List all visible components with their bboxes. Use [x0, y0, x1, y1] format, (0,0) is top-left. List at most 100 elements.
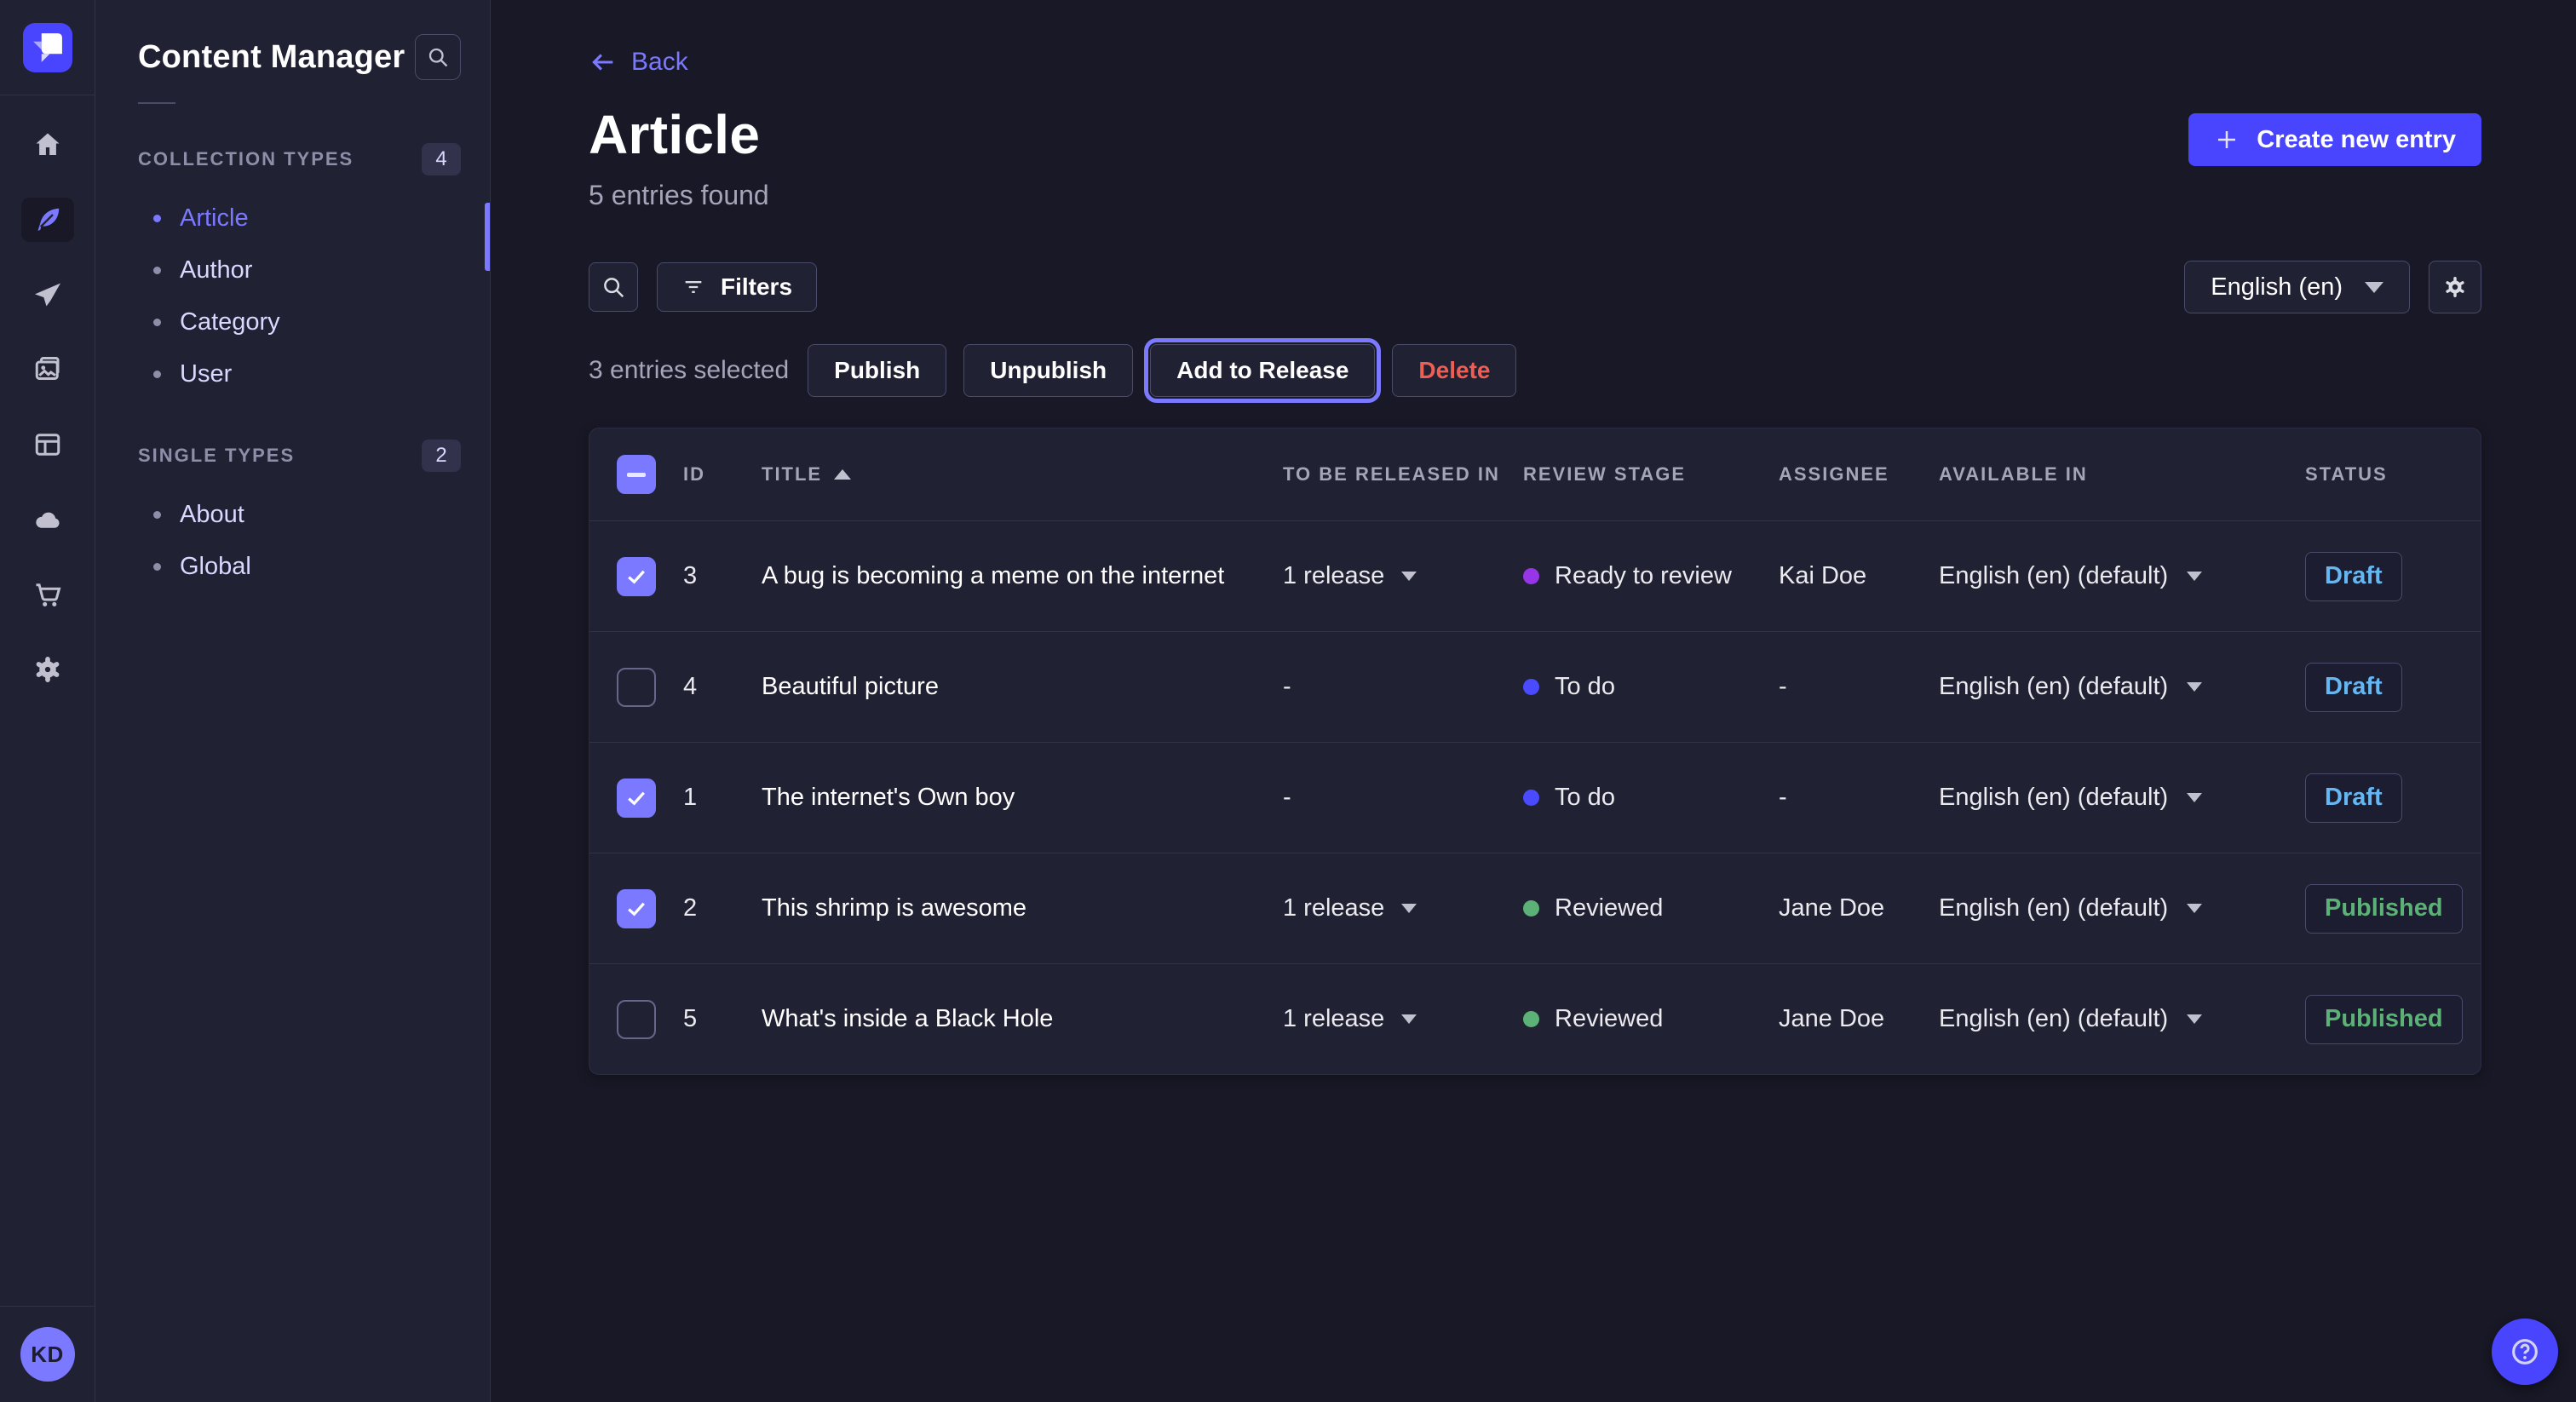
table-row[interactable]: 3 A bug is becoming a meme on the intern…: [589, 520, 2481, 631]
row-checkbox[interactable]: [617, 668, 656, 707]
chevron-down-icon: [2187, 682, 2202, 692]
list-toolbar: Filters English (en): [589, 261, 2481, 313]
create-new-entry-label: Create new entry: [2257, 126, 2456, 154]
main-content: Back Article Create new entry 5 entries …: [491, 0, 2576, 1402]
help-button[interactable]: [2492, 1319, 2558, 1385]
sidebar-item-user[interactable]: User: [138, 348, 461, 400]
review-stage-value: Reviewed: [1555, 1005, 1663, 1033]
sidebar-item-category[interactable]: Category: [138, 296, 461, 348]
sidebar-item-article[interactable]: Article: [138, 192, 461, 244]
released-in-value: 1 release: [1283, 894, 1384, 922]
nav-deploy-button[interactable]: [21, 497, 74, 542]
cell-id: 4: [683, 673, 762, 701]
nav-marketplace-button[interactable]: [21, 572, 74, 617]
user-avatar[interactable]: KD: [20, 1327, 75, 1382]
paper-plane-icon: [32, 279, 63, 310]
table-row[interactable]: 4 Beautiful picture - To do - English (e…: [589, 631, 2481, 742]
locale-value: English (en): [2211, 273, 2343, 302]
check-icon: [624, 896, 649, 922]
rail-icon-nav: [0, 95, 95, 692]
content-search-button[interactable]: [415, 34, 461, 80]
create-new-entry-button[interactable]: Create new entry: [2188, 113, 2481, 166]
cell-released-in[interactable]: -: [1283, 673, 1523, 701]
strapi-logo[interactable]: [23, 23, 72, 72]
column-header-released-in[interactable]: TO BE RELEASED IN: [1283, 463, 1523, 486]
cell-available-in[interactable]: English (en) (default): [1939, 784, 2305, 812]
cell-released-in[interactable]: 1 release: [1283, 1005, 1523, 1033]
bullet-icon: [153, 563, 161, 571]
add-to-release-button[interactable]: Add to Release: [1150, 344, 1375, 397]
nav-media-library-button[interactable]: [21, 348, 74, 392]
list-search-button[interactable]: [589, 262, 638, 312]
status-badge: Published: [2305, 995, 2463, 1044]
nav-content-manager-button[interactable]: [21, 198, 74, 242]
table-row[interactable]: 2 This shrimp is awesome 1 release Revie…: [589, 853, 2481, 963]
sidebar-title: Content Manager: [138, 39, 405, 76]
column-header-assignee[interactable]: ASSIGNEE: [1779, 463, 1939, 486]
nav-releases-button[interactable]: [21, 273, 74, 317]
cell-released-in[interactable]: -: [1283, 784, 1523, 812]
sidebar-item-label: Global: [180, 553, 251, 581]
column-header-id[interactable]: ID: [683, 463, 762, 486]
filter-icon: [681, 275, 705, 299]
entries-table: ID TITLE TO BE RELEASED IN REVIEW STAGE …: [589, 428, 2481, 1075]
section-items: Article Author Category User: [138, 192, 461, 400]
review-stage-value: To do: [1555, 673, 1615, 701]
cell-released-in[interactable]: 1 release: [1283, 894, 1523, 922]
content-types-nav: COLLECTION TYPES 4 Article Author Catego…: [138, 143, 461, 593]
column-header-title[interactable]: TITLE: [762, 463, 1283, 486]
filters-button[interactable]: Filters: [657, 262, 817, 312]
cell-available-in[interactable]: English (en) (default): [1939, 1005, 2305, 1033]
cell-available-in[interactable]: English (en) (default): [1939, 562, 2305, 590]
select-all-checkbox[interactable]: [617, 455, 656, 494]
released-in-value: 1 release: [1283, 1005, 1384, 1033]
table-row[interactable]: 5 What's inside a Black Hole 1 release R…: [589, 963, 2481, 1074]
sidebar-item-author[interactable]: Author: [138, 244, 461, 296]
layout-builder-icon: [32, 429, 63, 460]
row-checkbox[interactable]: [617, 1000, 656, 1039]
available-in-value: English (en) (default): [1939, 562, 2168, 590]
cell-assignee: -: [1779, 784, 1939, 812]
column-header-available-in[interactable]: AVAILABLE IN: [1939, 463, 2305, 486]
row-checkbox[interactable]: [617, 557, 656, 596]
sidebar-item-global[interactable]: Global: [138, 541, 461, 593]
row-checkbox[interactable]: [617, 779, 656, 818]
entries-count-subtitle: 5 entries found: [589, 180, 2481, 211]
available-in-value: English (en) (default): [1939, 894, 2168, 922]
cell-id: 5: [683, 1005, 762, 1033]
cell-released-in[interactable]: 1 release: [1283, 562, 1523, 590]
chevron-down-icon: [2187, 1014, 2202, 1024]
status-badge: Published: [2305, 884, 2463, 934]
back-link[interactable]: Back: [589, 48, 688, 77]
publish-button[interactable]: Publish: [808, 344, 946, 397]
media-images-icon: [32, 354, 63, 385]
nav-home-button[interactable]: [21, 123, 74, 167]
nav-settings-button[interactable]: [21, 647, 74, 692]
view-settings-button[interactable]: [2429, 261, 2481, 313]
content-type-section: SINGLE TYPES 2 About Global: [138, 440, 461, 593]
cell-title: Beautiful picture: [762, 673, 1283, 701]
row-checkbox[interactable]: [617, 889, 656, 928]
cell-review-stage: To do: [1523, 784, 1779, 812]
cell-available-in[interactable]: English (en) (default): [1939, 673, 2305, 701]
cell-id: 3: [683, 562, 762, 590]
sidebar-item-about[interactable]: About: [138, 489, 461, 541]
status-badge: Draft: [2305, 552, 2402, 601]
selected-count-text: 3 entries selected: [589, 356, 789, 385]
cell-available-in[interactable]: English (en) (default): [1939, 894, 2305, 922]
table-row[interactable]: 1 The internet's Own boy - To do - Engli…: [589, 742, 2481, 853]
gear-icon: [2441, 273, 2469, 301]
delete-button[interactable]: Delete: [1392, 344, 1516, 397]
search-icon: [601, 274, 626, 300]
section-label: SINGLE TYPES: [138, 445, 295, 467]
column-header-review-stage[interactable]: REVIEW STAGE: [1523, 463, 1779, 486]
sort-ascending-icon: [834, 469, 851, 480]
column-header-status[interactable]: STATUS: [2305, 463, 2481, 486]
section-items: About Global: [138, 489, 461, 593]
nav-content-type-builder-button[interactable]: [21, 422, 74, 467]
locale-select[interactable]: English (en): [2184, 261, 2410, 313]
released-in-value: 1 release: [1283, 562, 1384, 590]
feather-content-icon: [32, 204, 63, 235]
sidebar-item-label: Category: [180, 308, 280, 336]
unpublish-button[interactable]: Unpublish: [963, 344, 1133, 397]
